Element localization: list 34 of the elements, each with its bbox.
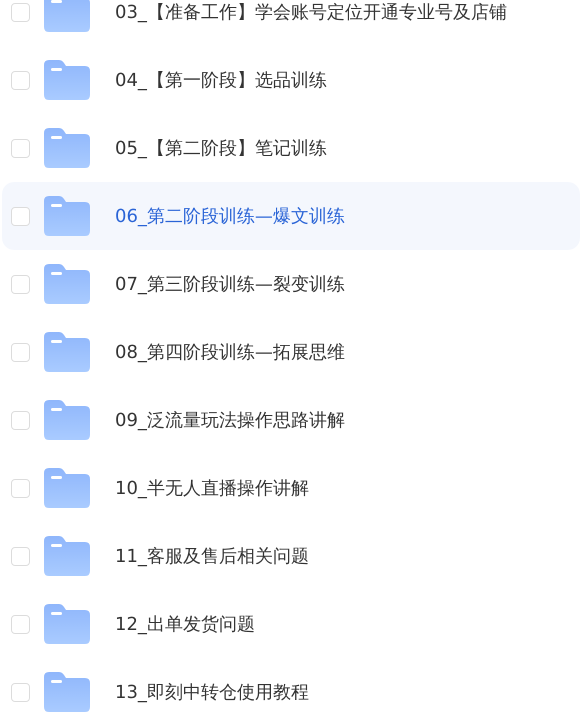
folder-icon bbox=[44, 468, 90, 508]
checkbox[interactable] bbox=[11, 546, 30, 566]
folder-name: 08_第四阶段训练—拓展思维 bbox=[115, 340, 345, 364]
folder-icon bbox=[44, 128, 90, 168]
folder-name: 10_半无人直播操作讲解 bbox=[115, 476, 309, 500]
folder-icon bbox=[44, 672, 90, 712]
checkbox[interactable] bbox=[11, 2, 30, 22]
folder-name: 03_【准备工作】学会账号定位开通专业号及店铺 bbox=[115, 0, 507, 24]
checkbox[interactable] bbox=[11, 138, 30, 158]
folder-icon bbox=[44, 332, 90, 372]
checkbox[interactable] bbox=[11, 70, 30, 90]
folder-icon bbox=[44, 196, 90, 236]
folder-name: 06_第二阶段训练—爆文训练 bbox=[115, 204, 345, 228]
folder-icon bbox=[44, 400, 90, 440]
checkbox[interactable] bbox=[11, 342, 30, 362]
folder-name: 13_即刻中转仓使用教程 bbox=[115, 680, 309, 704]
checkbox[interactable] bbox=[11, 206, 30, 226]
folder-name: 11_客服及售后相关问题 bbox=[115, 544, 309, 568]
checkbox[interactable] bbox=[11, 274, 30, 294]
folder-name: 12_出单发货问题 bbox=[115, 612, 255, 636]
checkbox[interactable] bbox=[11, 614, 30, 634]
folder-name: 09_泛流量玩法操作思路讲解 bbox=[115, 408, 345, 432]
folder-name: 04_【第一阶段】选品训练 bbox=[115, 68, 327, 92]
folder-icon bbox=[44, 60, 90, 100]
folder-icon bbox=[44, 0, 90, 32]
folder-name: 05_【第二阶段】笔记训练 bbox=[115, 136, 327, 160]
checkbox[interactable] bbox=[11, 410, 30, 430]
folder-icon bbox=[44, 536, 90, 576]
folder-row[interactable]: 06_第二阶段训练—爆文训练 bbox=[2, 182, 580, 250]
checkbox[interactable] bbox=[11, 478, 30, 498]
folder-icon bbox=[44, 604, 90, 644]
folder-icon bbox=[44, 264, 90, 304]
checkbox[interactable] bbox=[11, 682, 30, 702]
folder-name: 07_第三阶段训练—裂变训练 bbox=[115, 272, 345, 296]
